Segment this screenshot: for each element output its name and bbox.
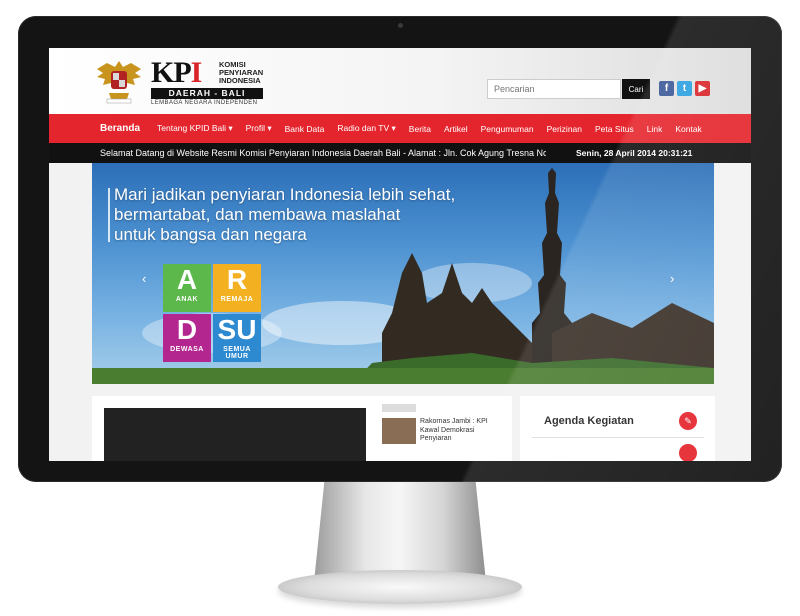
site-header: KPI KOMISI PENYIARAN INDONESIA DAERAH - …	[49, 48, 751, 114]
webcam-dot	[398, 23, 403, 28]
rating-semua-umur: SU SEMUA UMUR	[213, 314, 261, 362]
garuda-emblem-icon	[97, 61, 141, 104]
kpi-logo-fullname: KOMISI PENYIARAN INDONESIA	[219, 60, 264, 85]
list-item[interactable]: Rakornas Jambi : KPI Kawal Demokrasi Pen…	[382, 418, 502, 444]
news-thumbnail[interactable]	[382, 404, 416, 412]
nav-item-tentang[interactable]: Tentang KPID Bali ▾	[157, 123, 233, 134]
agenda-item-icon[interactable]	[679, 444, 697, 461]
nav-item-radio-tv[interactable]: Radio dan TV ▾	[337, 123, 395, 134]
nav-item-peta-situs[interactable]: Peta Situs	[595, 124, 634, 134]
monitor-mockup: KPI KOMISI PENYIARAN INDONESIA DAERAH - …	[0, 0, 800, 616]
broadcast-rating-grid: A ANAK R REMAJA D DEWASA SU SEMUA UMUR	[163, 264, 263, 364]
kpi-region-label: DAERAH - BALI	[151, 88, 263, 99]
ticker-datetime: Senin, 28 April 2014 20:31:21	[576, 148, 693, 158]
screen: KPI KOMISI PENYIARAN INDONESIA DAERAH - …	[49, 48, 751, 461]
news-ticker: Selamat Datang di Website Resmi Komisi P…	[49, 143, 751, 163]
rating-dewasa: D DEWASA	[163, 314, 211, 362]
twitter-icon[interactable]: t	[677, 81, 692, 96]
nav-item-profil[interactable]: Profil ▾	[246, 123, 272, 134]
chevron-left-icon[interactable]: ‹	[142, 271, 146, 286]
youtube-icon[interactable]: ▶	[695, 81, 710, 96]
nav-item-kontak[interactable]: Kontak	[675, 124, 701, 134]
rating-anak: A ANAK	[163, 264, 211, 312]
main-nav: Beranda Tentang KPID Bali ▾ Profil ▾ Ban…	[49, 114, 751, 143]
nav-item-artikel[interactable]: Artikel	[444, 124, 468, 134]
nav-item-beranda[interactable]: Beranda	[100, 123, 140, 134]
rating-remaja: R REMAJA	[213, 264, 261, 312]
video-player[interactable]	[104, 408, 366, 461]
facebook-icon[interactable]: f	[659, 81, 674, 96]
pencil-icon[interactable]: ✎	[679, 412, 697, 430]
monitor-stand	[314, 482, 486, 582]
nav-item-link[interactable]: Link	[647, 124, 663, 134]
nav-item-pengumuman[interactable]: Pengumuman	[481, 124, 534, 134]
agenda-header: Agenda Kegiatan ✎	[532, 408, 704, 438]
news-list: Rakornas Jambi : KPI Kawal Demokrasi Pen…	[382, 404, 502, 444]
agenda-title: Agenda Kegiatan	[544, 415, 634, 427]
monitor-frame: KPI KOMISI PENYIARAN INDONESIA DAERAH - …	[18, 16, 782, 482]
news-thumbnail	[382, 418, 416, 444]
search-input[interactable]	[487, 79, 621, 99]
agenda-panel: Agenda Kegiatan ✎	[520, 396, 715, 461]
main-content: Rakornas Jambi : KPI Kawal Demokrasi Pen…	[92, 396, 512, 461]
nav-item-perizinan[interactable]: Perizinan	[547, 124, 582, 134]
kpi-logo-wordmark: KPI	[151, 56, 202, 89]
nav-item-berita[interactable]: Berita	[409, 124, 431, 134]
search-button[interactable]: Cari	[622, 79, 650, 99]
hero-banner: Mari jadikan penyiaran Indonesia lebih s…	[92, 163, 714, 384]
nav-item-bank-data[interactable]: Bank Data	[285, 124, 325, 134]
ticker-text: Selamat Datang di Website Resmi Komisi P…	[100, 148, 546, 158]
chevron-right-icon[interactable]: ›	[670, 271, 674, 286]
banner-headline: Mari jadikan penyiaran Indonesia lebih s…	[108, 185, 534, 245]
news-title: Rakornas Jambi : KPI Kawal Demokrasi Pen…	[420, 418, 488, 442]
kpi-logo[interactable]: KPI KOMISI PENYIARAN INDONESIA DAERAH - …	[151, 58, 317, 110]
kpi-tagline: LEMBAGA NEGARA INDEPENDEN	[151, 100, 258, 106]
monitor-base	[278, 570, 522, 604]
